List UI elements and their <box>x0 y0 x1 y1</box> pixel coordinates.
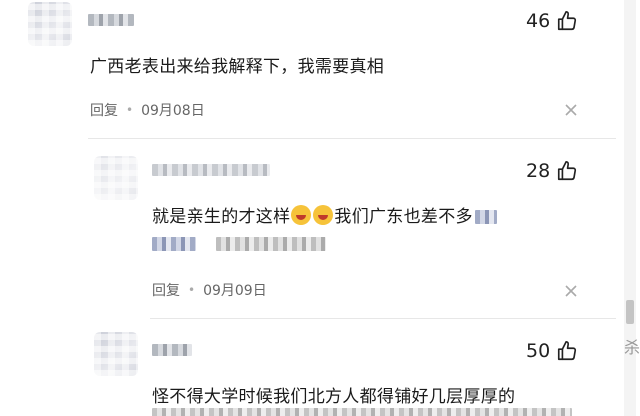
username-blurred[interactable] <box>88 14 134 26</box>
edge-text: 杀 <box>623 338 640 357</box>
divider <box>150 318 616 319</box>
comment-item: 50 怪不得大学时候我们北方人都得铺好几层厚厚的 <box>0 320 616 416</box>
close-icon[interactable] <box>564 284 578 298</box>
comment-text-part: 就是亲生的才这样 <box>152 207 291 227</box>
like-count: 28 <box>526 160 551 182</box>
blurred-text <box>474 210 497 224</box>
like-count: 46 <box>526 10 551 32</box>
like-button[interactable]: 28 <box>526 160 578 182</box>
comment-text-line2-cut <box>152 408 572 416</box>
separator-dot: • <box>188 283 196 297</box>
like-button[interactable]: 46 <box>526 10 578 32</box>
blurred-text <box>152 237 196 251</box>
emoji-laugh-icon <box>291 205 312 225</box>
close-icon[interactable] <box>564 103 578 117</box>
reply-button[interactable]: 回复 <box>152 280 180 300</box>
comment-text: 广西老表出来给我解释下，我需要真相 <box>90 57 385 77</box>
comment-date: 09月08日 <box>141 103 205 119</box>
like-button[interactable]: 50 <box>526 340 578 362</box>
comment-text: 就是亲生的才这样 我们广东也差不多 <box>152 202 497 227</box>
blurred-text <box>152 408 572 416</box>
thumb-up-icon <box>558 341 577 361</box>
avatar[interactable] <box>28 2 72 46</box>
comment-item: 28 就是亲生的才这样 我们广东也差不多 回复 • 09月09日 <box>0 140 616 320</box>
blurred-text <box>215 237 326 251</box>
thumb-up-icon <box>558 161 577 181</box>
scrollbar-thumb[interactable] <box>626 300 634 324</box>
divider <box>88 138 616 139</box>
like-count: 50 <box>526 340 551 362</box>
username-blurred[interactable] <box>152 344 192 356</box>
avatar[interactable] <box>94 332 138 376</box>
comment-text: 怪不得大学时候我们北方人都得铺好几层厚厚的 <box>152 387 516 407</box>
comment-date: 09月09日 <box>203 283 267 299</box>
username-blurred[interactable] <box>152 164 270 176</box>
comment-text-part: 我们广东也差不多 <box>334 207 473 227</box>
reply-button[interactable]: 回复 <box>90 100 118 120</box>
comment-text-line2 <box>152 234 326 254</box>
comment-item: 46 广西老表出来给我解释下，我需要真相 回复 • 09月08日 <box>0 0 616 140</box>
emoji-laugh-icon <box>313 205 334 225</box>
avatar[interactable] <box>94 156 138 200</box>
comment-meta: 回复 • 09月09日 <box>152 280 267 300</box>
comment-meta: 回复 • 09月08日 <box>90 100 205 120</box>
thumb-up-icon <box>558 11 577 31</box>
separator-dot: • <box>126 103 134 117</box>
